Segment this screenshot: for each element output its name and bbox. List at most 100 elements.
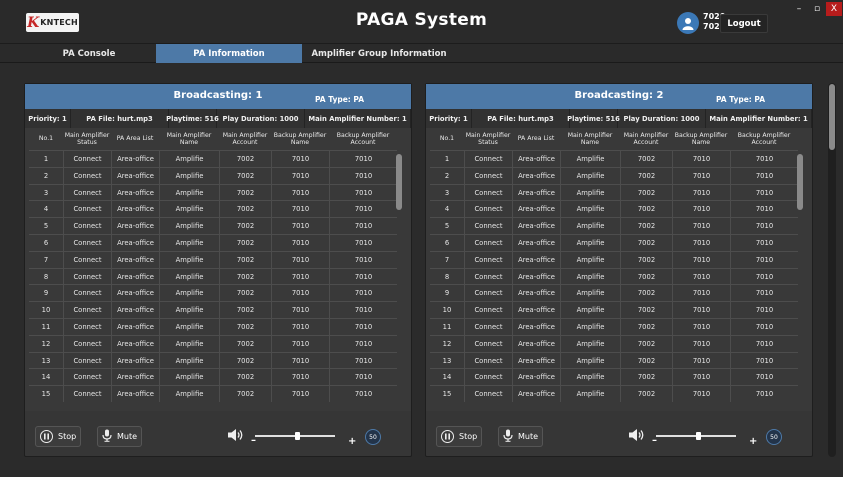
backup-amplifier-account: 7010 <box>730 302 798 319</box>
page-scrollbar-thumb[interactable] <box>829 84 835 150</box>
backup-amplifier-account: 7010 <box>329 251 397 268</box>
amplifier-name: Amplifie <box>159 167 219 184</box>
table-row[interactable]: 6 Connect Area-office Amplifie 7002 7010 7010 <box>430 234 798 251</box>
col-backup-amplifier-account: Backup Amplifier Account <box>737 131 791 147</box>
stop-button[interactable]: Stop <box>35 426 82 447</box>
minimize-button[interactable]: – <box>791 2 807 16</box>
mute-button[interactable]: Mute <box>97 426 143 447</box>
col-pa-area-list: PA Area List <box>116 135 154 143</box>
table-row[interactable]: 1 Connect Area-office Amplifie 7002 7010 7010 <box>29 150 397 167</box>
stop-label: Stop <box>58 432 77 441</box>
backup-amplifier-account: 7010 <box>329 235 397 251</box>
col-main-amplifier-account: Main Amplifier Account <box>222 131 268 147</box>
table-row[interactable]: 5 Connect Area-office Amplifie 7002 7010 7010 <box>430 217 798 235</box>
backup-amplifier-account: 7010 <box>730 218 798 235</box>
info-priority: Priority: 1 <box>426 109 472 128</box>
amplifier-table: No.1 Main Amplifier Status PA Area List Mai… <box>25 128 411 411</box>
speaker-icon <box>227 427 245 446</box>
table-row[interactable]: 15 Connect Area-office Amplifie 7002 7010 7010 <box>430 385 798 403</box>
microphone-icon <box>503 429 513 444</box>
table-row[interactable]: 15 Connect Area-office Amplifie 7002 7010 7010 <box>29 385 397 403</box>
table-row[interactable]: 10 Connect Area-office Amplifie 7002 7010 7010 <box>430 301 798 319</box>
table-row[interactable]: 8 Connect Area-office Amplifie 7002 7010 7010 <box>430 267 798 285</box>
table-row[interactable]: 7 Connect Area-office Amplifie 7002 7010 7010 <box>430 250 798 268</box>
volume-slider-thumb[interactable] <box>295 432 300 440</box>
amplifier-status: Connect <box>63 335 111 352</box>
table-row[interactable]: 2 Connect Area-office Amplifie 7002 7010 7010 <box>430 166 798 184</box>
table-scrollbar-thumb[interactable] <box>797 154 803 210</box>
table-row[interactable]: 12 Connect Area-office Amplifie 7002 7010 7010 <box>430 334 798 352</box>
table-row[interactable]: 7 Connect Area-office Amplifie 7002 7010 7010 <box>29 250 397 268</box>
amplifier-name: Amplifie <box>159 285 219 302</box>
table-row[interactable]: 3 Connect Area-office Amplifie 7002 7010 7010 <box>430 183 798 201</box>
area-list: Area-office <box>111 167 159 184</box>
table-row[interactable]: 9 Connect Area-office Amplifie 7002 7010 7010 <box>29 284 397 302</box>
amplifier-status: Connect <box>63 184 111 201</box>
amplifier-account: 7002 <box>620 167 672 184</box>
user-icon[interactable] <box>677 12 699 34</box>
row-number: 2 <box>43 171 49 180</box>
amplifier-name: Amplifie <box>560 218 620 235</box>
table-row[interactable]: 11 Connect Area-office Amplifie 7002 7010 7010 <box>29 318 397 335</box>
close-button[interactable]: X <box>826 2 842 16</box>
area-list: Area-office <box>512 167 560 184</box>
backup-amplifier-account: 7010 <box>730 386 798 403</box>
volume-increase-button[interactable]: + <box>348 436 356 447</box>
volume-increase-button[interactable]: + <box>749 436 757 447</box>
volume-slider-thumb[interactable] <box>696 432 701 440</box>
col-number: No.1 <box>38 135 54 143</box>
backup-amplifier-account: 7010 <box>730 268 798 285</box>
table-row[interactable]: 6 Connect Area-office Amplifie 7002 7010 7010 <box>29 234 397 251</box>
table-row[interactable]: 9 Connect Area-office Amplifie 7002 7010 7010 <box>430 284 798 302</box>
table-row[interactable]: 14 Connect Area-office Amplifie 7002 7010 7010 <box>29 368 397 386</box>
table-row[interactable]: 13 Connect Area-office Amplifie 7002 7010 7010 <box>430 351 798 369</box>
row-number: 5 <box>444 222 450 231</box>
backup-amplifier-name: 7010 <box>271 369 329 386</box>
backup-amplifier-account: 7010 <box>329 268 397 285</box>
volume-decrease-button[interactable]: – <box>251 435 256 446</box>
table-row[interactable]: 11 Connect Area-office Amplifie 7002 7010 7010 <box>430 318 798 335</box>
table-row[interactable]: 1 Connect Area-office Amplifie 7002 7010 7010 <box>430 150 798 167</box>
volume-decrease-button[interactable]: – <box>652 435 657 446</box>
table-row[interactable]: 12 Connect Area-office Amplifie 7002 7010 7010 <box>29 334 397 352</box>
amplifier-account: 7002 <box>219 151 271 167</box>
col-main-amplifier-account: Main Amplifier Account <box>623 131 669 147</box>
row-number: 2 <box>444 171 450 180</box>
table-row[interactable]: 5 Connect Area-office Amplifie 7002 7010 7010 <box>29 217 397 235</box>
amplifier-status: Connect <box>464 302 512 319</box>
table-row[interactable]: 14 Connect Area-office Amplifie 7002 7010 7010 <box>430 368 798 386</box>
amplifier-account: 7002 <box>620 335 672 352</box>
table-scrollbar-thumb[interactable] <box>396 154 402 210</box>
tab-amplifier-group-information[interactable]: Amplifier Group Information <box>306 44 452 63</box>
backup-amplifier-name: 7010 <box>271 335 329 352</box>
speaker-icon <box>628 427 646 446</box>
amplifier-account: 7002 <box>219 268 271 285</box>
tab-pa-console[interactable]: PA Console <box>24 44 154 63</box>
table-row[interactable]: 3 Connect Area-office Amplifie 7002 7010 7010 <box>29 183 397 201</box>
amplifier-account: 7002 <box>219 335 271 352</box>
table-row[interactable]: 10 Connect Area-office Amplifie 7002 7010 7010 <box>29 301 397 319</box>
tab-pa-information[interactable]: PA Information <box>156 44 302 63</box>
table-row[interactable]: 4 Connect Area-office Amplifie 7002 7010 7010 <box>29 200 397 218</box>
table-row[interactable]: 8 Connect Area-office Amplifie 7002 7010 7010 <box>29 267 397 285</box>
backup-amplifier-account: 7010 <box>329 184 397 201</box>
restore-button[interactable]: ▫ <box>809 2 825 16</box>
table-row[interactable]: 13 Connect Area-office Amplifie 7002 7010 7010 <box>29 351 397 369</box>
amplifier-account: 7002 <box>219 319 271 335</box>
row-number: 6 <box>444 239 450 247</box>
table-row[interactable]: 4 Connect Area-office Amplifie 7002 7010 7010 <box>430 200 798 218</box>
col-backup-amplifier-account: Backup Amplifier Account <box>336 131 390 147</box>
mute-button[interactable]: Mute <box>498 426 544 447</box>
backup-amplifier-account: 7010 <box>730 151 798 167</box>
table-row[interactable]: 2 Connect Area-office Amplifie 7002 7010 7010 <box>29 166 397 184</box>
stop-button[interactable]: Stop <box>436 426 483 447</box>
amplifier-account: 7002 <box>219 369 271 386</box>
row-number: 7 <box>444 255 450 264</box>
title-bar: K KNTECH PAGA System 7020 7020 Logout – ▫… <box>0 0 843 44</box>
amplifier-status: Connect <box>63 386 111 403</box>
amplifier-status: Connect <box>464 251 512 268</box>
area-list: Area-office <box>512 319 560 335</box>
backup-amplifier-name: 7010 <box>672 201 730 218</box>
amplifier-account: 7002 <box>620 201 672 218</box>
logout-button[interactable]: Logout <box>720 14 768 33</box>
